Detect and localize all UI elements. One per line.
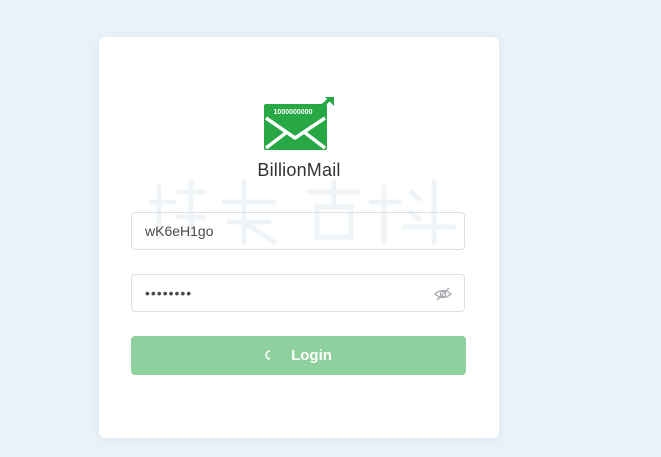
password-input[interactable] [132,275,464,311]
eye-off-icon[interactable] [434,286,452,302]
envelope-logo-icon: 1000000000 [264,97,334,150]
password-field [131,274,465,312]
brand-name: BillionMail [257,160,341,180]
login-button-label: Login [291,347,332,364]
login-page: { "brand": { "name": "BillionMail", "log… [0,0,661,457]
username-field [131,212,465,250]
username-input[interactable] [132,213,464,249]
logo-badge-text: 1000000000 [274,109,313,116]
login-button[interactable]: Login [131,336,466,375]
login-card: 1000000000 BillionMail Login [99,37,499,438]
